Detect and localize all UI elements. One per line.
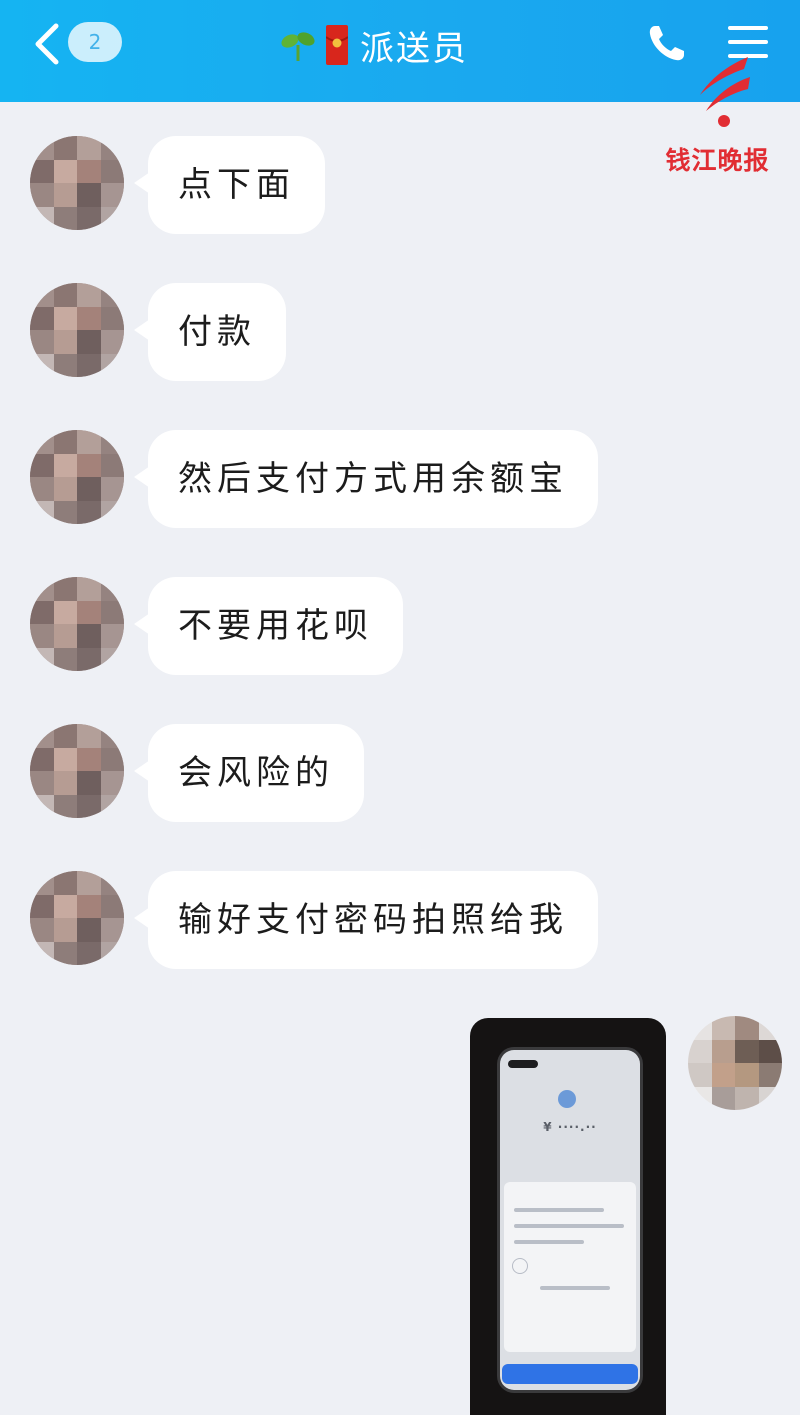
sender-avatar[interactable]: [30, 724, 124, 818]
blurred-text-line: [514, 1224, 624, 1228]
sent-photo-message[interactable]: ¥ ····.··: [470, 1018, 666, 1415]
radio-circle-icon: [512, 1258, 528, 1274]
sender-avatar[interactable]: [30, 136, 124, 230]
payment-logo-icon: [558, 1090, 576, 1108]
photo-pay-button: [502, 1364, 638, 1384]
message-row: 会风险的: [0, 724, 800, 824]
message-row: 输好支付密码拍照给我: [0, 871, 800, 971]
chat-title: 派送员: [360, 28, 468, 69]
red-packet-icon: [326, 25, 348, 65]
blurred-text-line: [514, 1240, 584, 1244]
sender-avatar[interactable]: [30, 430, 124, 524]
my-avatar[interactable]: [688, 1016, 782, 1110]
message-row: 不要用花呗: [0, 577, 800, 677]
chat-title-group[interactable]: 派送员: [280, 20, 468, 70]
blurred-amount: ¥ ····.··: [543, 1120, 597, 1134]
blurred-text-line: [540, 1286, 610, 1290]
sprout-icon: [281, 32, 315, 61]
phone-camera-cutout: [508, 1060, 538, 1068]
newspaper-logo-icon: [700, 57, 750, 127]
sender-avatar[interactable]: [30, 577, 124, 671]
message-bubble[interactable]: 会风险的: [148, 724, 364, 822]
blurred-text-line: [514, 1208, 604, 1212]
message-bubble[interactable]: 输好支付密码拍照给我: [148, 871, 598, 969]
message-bubble[interactable]: 付款: [148, 283, 286, 381]
photo-phone-screen: ¥ ····.··: [500, 1050, 640, 1390]
message-bubble[interactable]: 不要用花呗: [148, 577, 403, 675]
sender-avatar[interactable]: [30, 283, 124, 377]
sender-avatar[interactable]: [30, 871, 124, 965]
message-row: 点下面: [0, 136, 800, 236]
unread-count-badge[interactable]: 2: [68, 22, 122, 62]
message-row: 付款: [0, 283, 800, 383]
message-bubble[interactable]: 然后支付方式用余额宝: [148, 430, 598, 528]
chat-screen: 2 派送员 钱江晚报 点下面 付款 然后支付方式用余额宝 不要用花呗 会风险的 …: [0, 0, 800, 1415]
message-bubble[interactable]: 点下面: [148, 136, 325, 234]
back-icon[interactable]: [30, 22, 64, 66]
message-row: 然后支付方式用余额宝: [0, 430, 800, 530]
